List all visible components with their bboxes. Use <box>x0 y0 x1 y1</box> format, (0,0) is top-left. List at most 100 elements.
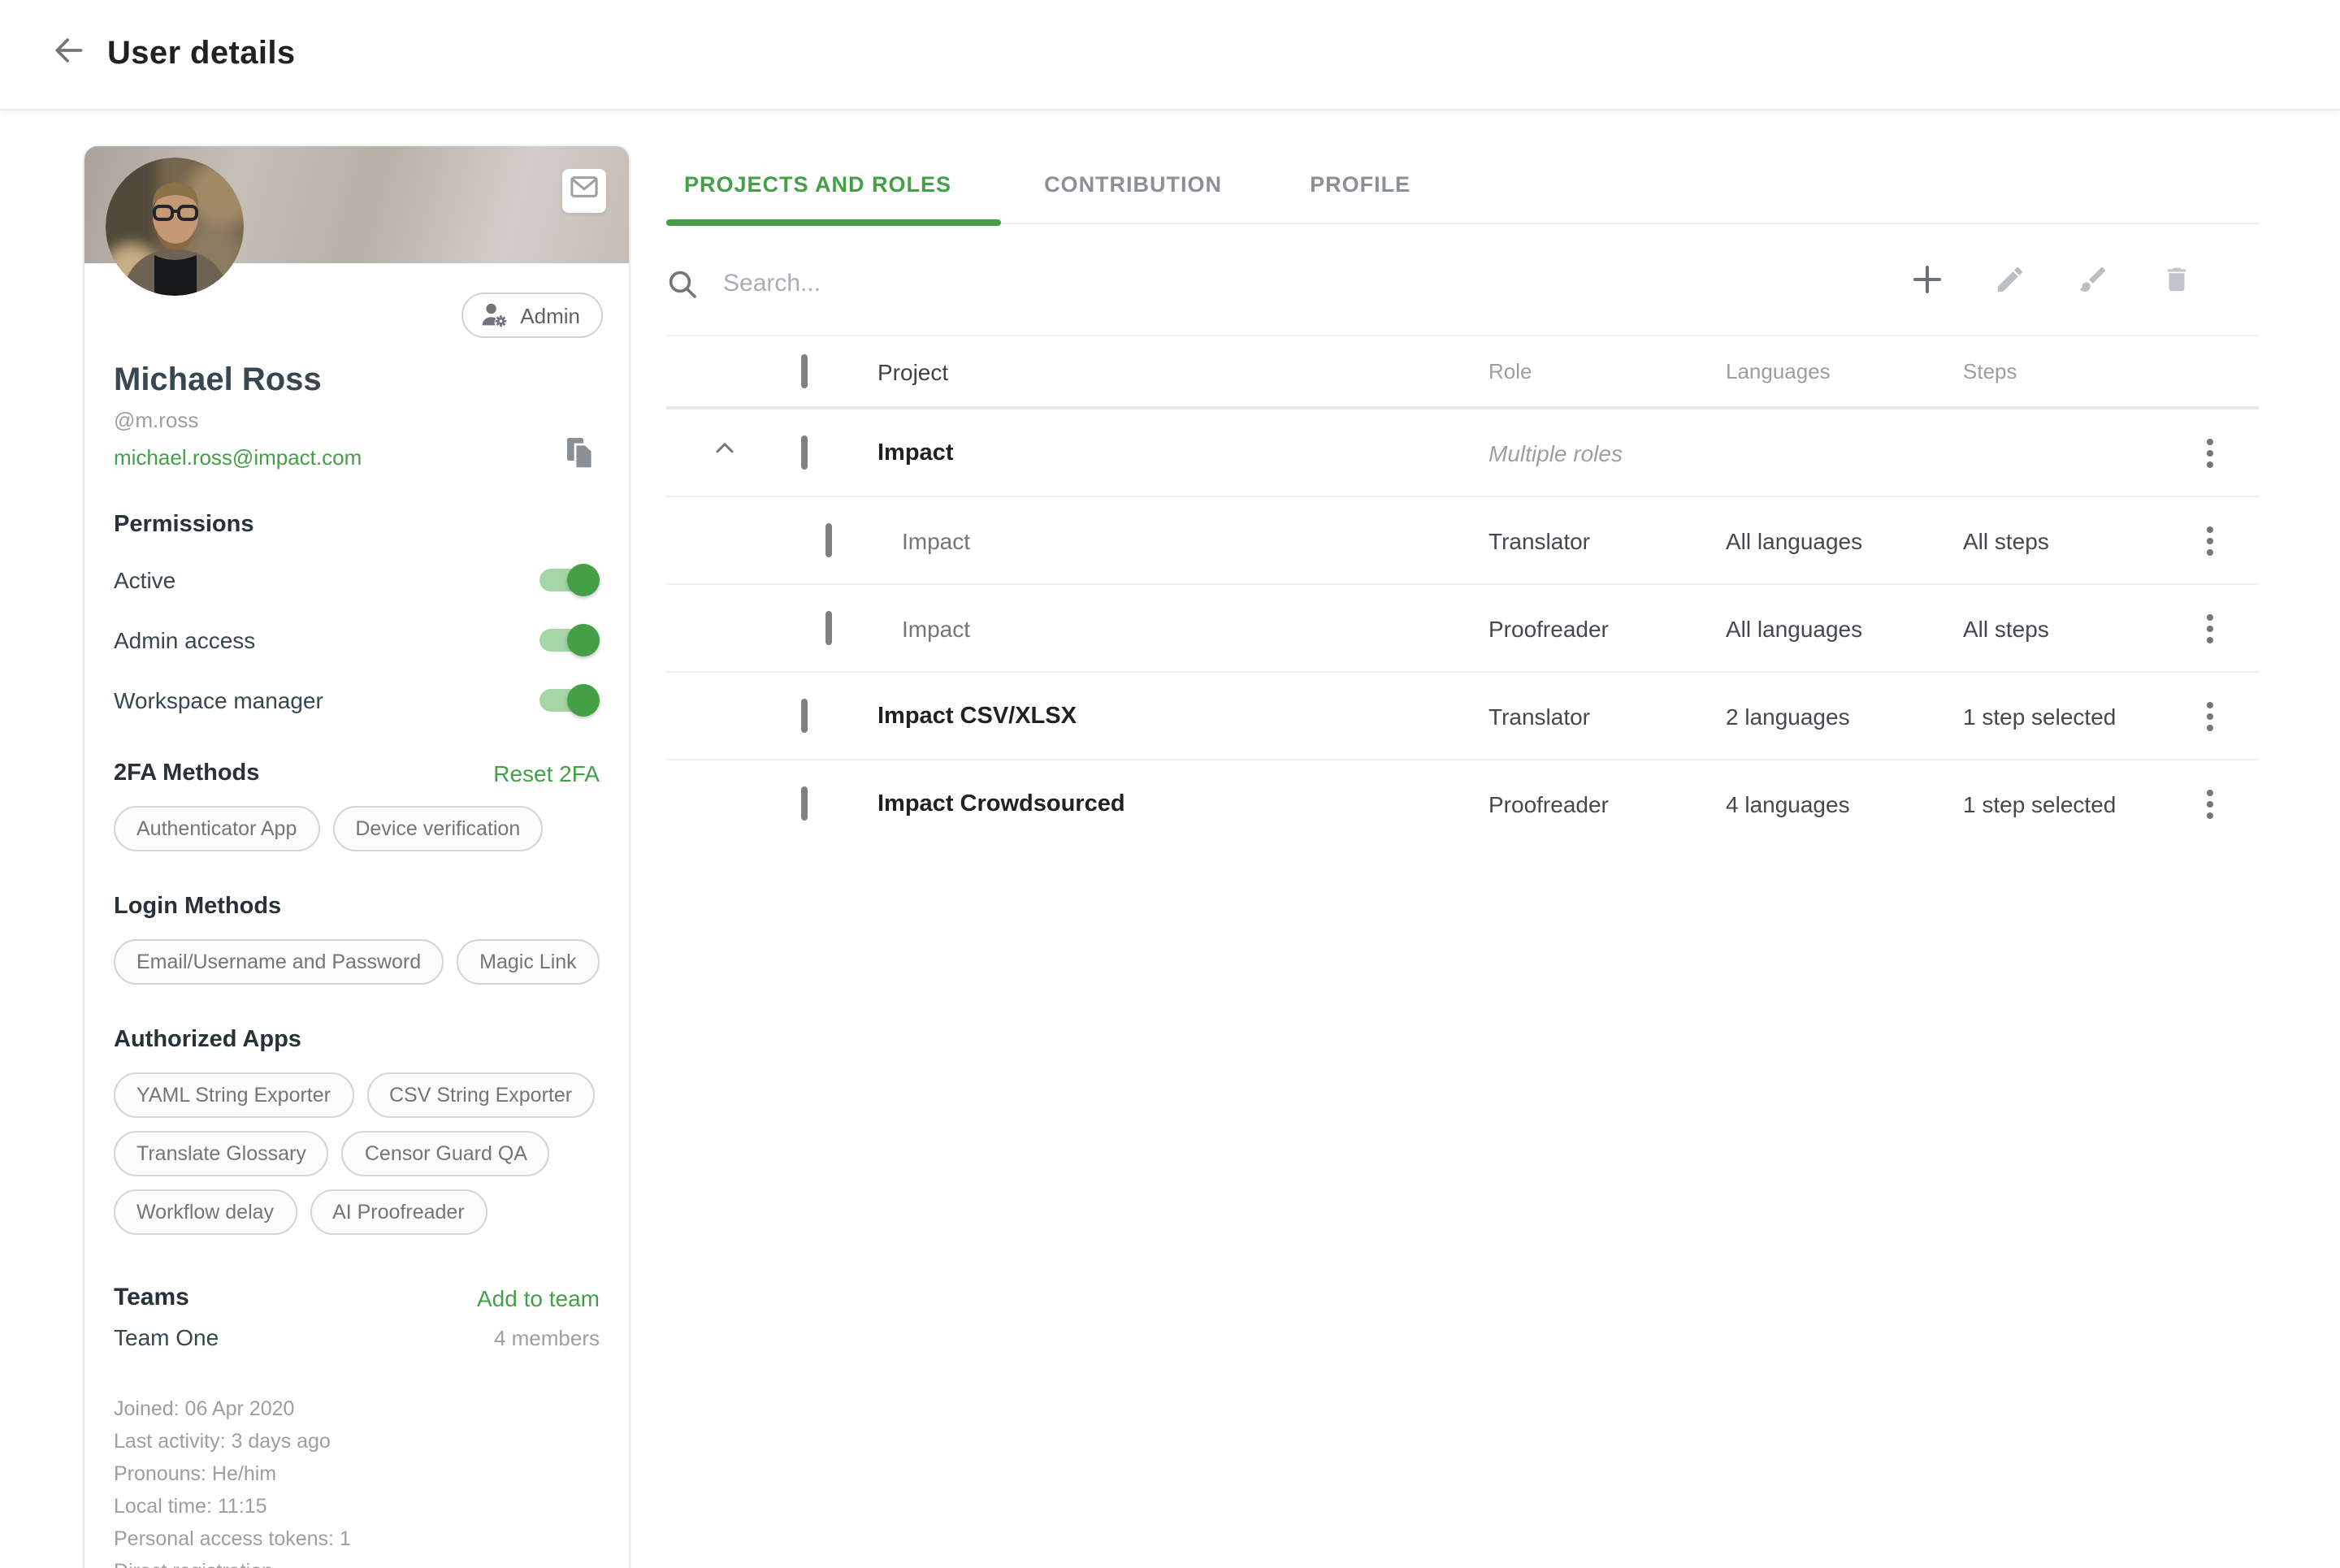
tab-bar: PROJECTS AND ROLES CONTRIBUTION PROFILE <box>666 146 2259 224</box>
toggle-knob <box>567 624 600 656</box>
permission-row: Active <box>114 562 600 598</box>
copy-email-button[interactable] <box>561 437 600 476</box>
user-email-link[interactable]: michael.ross@impact.com <box>114 444 362 469</box>
tab-contribution[interactable]: CONTRIBUTION <box>1000 146 1266 223</box>
row-checkbox[interactable] <box>801 786 808 821</box>
teams-title: Teams <box>114 1284 189 1311</box>
brush-icon <box>2077 263 2109 304</box>
authorized-app-chip: YAML String Exporter <box>114 1072 353 1118</box>
twofa-title: 2FA Methods <box>114 760 259 786</box>
pencil-icon <box>1994 263 2026 304</box>
table-row[interactable]: Impact CSV/XLSX Translator 2 languages 1… <box>666 673 2259 760</box>
authorized-apps-title: Authorized Apps <box>114 1027 600 1053</box>
languages-cell: All languages <box>1726 527 1963 553</box>
login-method-chip: Magic Link <box>457 939 600 985</box>
table-row[interactable]: Impact Crowdsourced Proofreader 4 langua… <box>666 760 2259 848</box>
team-name: Team One <box>114 1324 219 1350</box>
steps-cell: 1 step selected <box>1963 791 2161 817</box>
row-menu-button[interactable] <box>2197 783 2223 825</box>
admin-badge-label: Admin <box>520 303 580 327</box>
table-row[interactable]: Impact Multiple roles <box>666 409 2259 497</box>
add-button[interactable] <box>1909 266 1945 301</box>
collapse-row-button[interactable] <box>705 433 744 472</box>
search-input[interactable] <box>723 270 1406 297</box>
authorized-app-chip: Censor Guard QA <box>342 1131 550 1176</box>
permission-label: Admin access <box>114 627 255 653</box>
user-meta-info: Joined: 06 Apr 2020 Last activity: 3 day… <box>114 1393 600 1568</box>
row-menu-button[interactable] <box>2197 431 2223 474</box>
twofa-chip: Device verification <box>332 806 543 851</box>
search-icon <box>666 267 699 300</box>
row-checkbox[interactable] <box>801 698 808 732</box>
info-access-tokens: Personal access tokens: 1 <box>114 1523 600 1555</box>
toggle-knob <box>567 684 600 717</box>
team-row[interactable]: Team One 4 members <box>114 1324 600 1350</box>
info-joined: Joined: 06 Apr 2020 <box>114 1393 600 1425</box>
role-cell: Proofreader <box>1488 791 1726 817</box>
authorized-app-chip: AI Proofreader <box>310 1189 488 1235</box>
column-header-languages: Languages <box>1726 359 1963 383</box>
authorized-app-chip: CSV String Exporter <box>366 1072 595 1118</box>
tab-projects-and-roles[interactable]: PROJECTS AND ROLES <box>666 146 1000 223</box>
role-cell: Translator <box>1488 703 1726 729</box>
top-bar: User details <box>0 0 2340 109</box>
select-all-checkbox[interactable] <box>801 353 808 388</box>
permission-label: Workspace manager <box>114 687 323 713</box>
table-toolbar <box>666 232 2259 335</box>
team-members-count: 4 members <box>494 1325 600 1349</box>
back-button[interactable] <box>42 28 94 80</box>
admin-badge: Admin <box>462 292 603 338</box>
workspace-manager-toggle[interactable] <box>540 689 595 712</box>
search-box[interactable] <box>666 267 1909 300</box>
steps-cell: All steps <box>1963 615 2161 641</box>
info-last-activity: Last activity: 3 days ago <box>114 1425 600 1458</box>
row-checkbox[interactable] <box>826 610 832 644</box>
row-checkbox[interactable] <box>801 435 808 469</box>
copy-icon <box>564 435 596 479</box>
steps-cell: All steps <box>1963 527 2161 553</box>
avatar <box>106 158 244 296</box>
project-name: Impact CSV/XLSX <box>861 703 1488 729</box>
permission-row: Workspace manager <box>114 682 600 718</box>
project-name: Impact Crowdsourced <box>861 791 1488 817</box>
arrow-left-icon <box>50 32 86 76</box>
languages-cell: All languages <box>1726 615 1963 641</box>
toggle-knob <box>567 564 600 596</box>
row-menu-button[interactable] <box>2197 607 2223 649</box>
user-gear-icon <box>481 302 509 328</box>
admin-access-toggle[interactable] <box>540 629 595 652</box>
user-name: Michael Ross <box>114 362 600 400</box>
role-cell: Proofreader <box>1488 615 1726 641</box>
add-to-team-link[interactable]: Add to team <box>477 1284 600 1310</box>
plus-icon <box>1911 263 1944 304</box>
column-header-steps: Steps <box>1963 359 2161 383</box>
clean-button[interactable] <box>2075 266 2111 301</box>
table-row[interactable]: Impact Translator All languages All step… <box>666 497 2259 585</box>
info-pronouns: Pronouns: He/him <box>114 1458 600 1490</box>
active-toggle[interactable] <box>540 569 595 591</box>
role-cell: Multiple roles <box>1488 440 1726 466</box>
table-row[interactable]: Impact Proofreader All languages All ste… <box>666 585 2259 673</box>
permission-label: Active <box>114 567 176 593</box>
delete-button[interactable] <box>2158 266 2194 301</box>
authorized-app-chip: Workflow delay <box>114 1189 297 1235</box>
row-menu-button[interactable] <box>2197 695 2223 737</box>
twofa-chip: Authenticator App <box>114 806 319 851</box>
info-local-time: Local time: 11:15 <box>114 1490 600 1523</box>
page-title: User details <box>107 36 296 73</box>
user-card: Admin Michael Ross @m.ross michael.ross@… <box>84 146 629 1568</box>
edit-button[interactable] <box>1992 266 2028 301</box>
reset-2fa-link[interactable]: Reset 2FA <box>493 760 600 786</box>
languages-cell: 4 languages <box>1726 791 1963 817</box>
tab-profile[interactable]: PROFILE <box>1266 146 1454 223</box>
user-handle: @m.ross <box>114 408 600 432</box>
row-checkbox[interactable] <box>826 522 832 557</box>
row-menu-button[interactable] <box>2197 519 2223 561</box>
login-methods-title: Login Methods <box>114 894 600 920</box>
permission-row: Admin access <box>114 622 600 658</box>
send-email-button[interactable] <box>562 169 606 213</box>
envelope-icon <box>570 175 598 206</box>
chevron-up-icon <box>710 434 739 471</box>
app-root: User details <box>0 0 2340 1568</box>
role-cell: Translator <box>1488 527 1726 553</box>
